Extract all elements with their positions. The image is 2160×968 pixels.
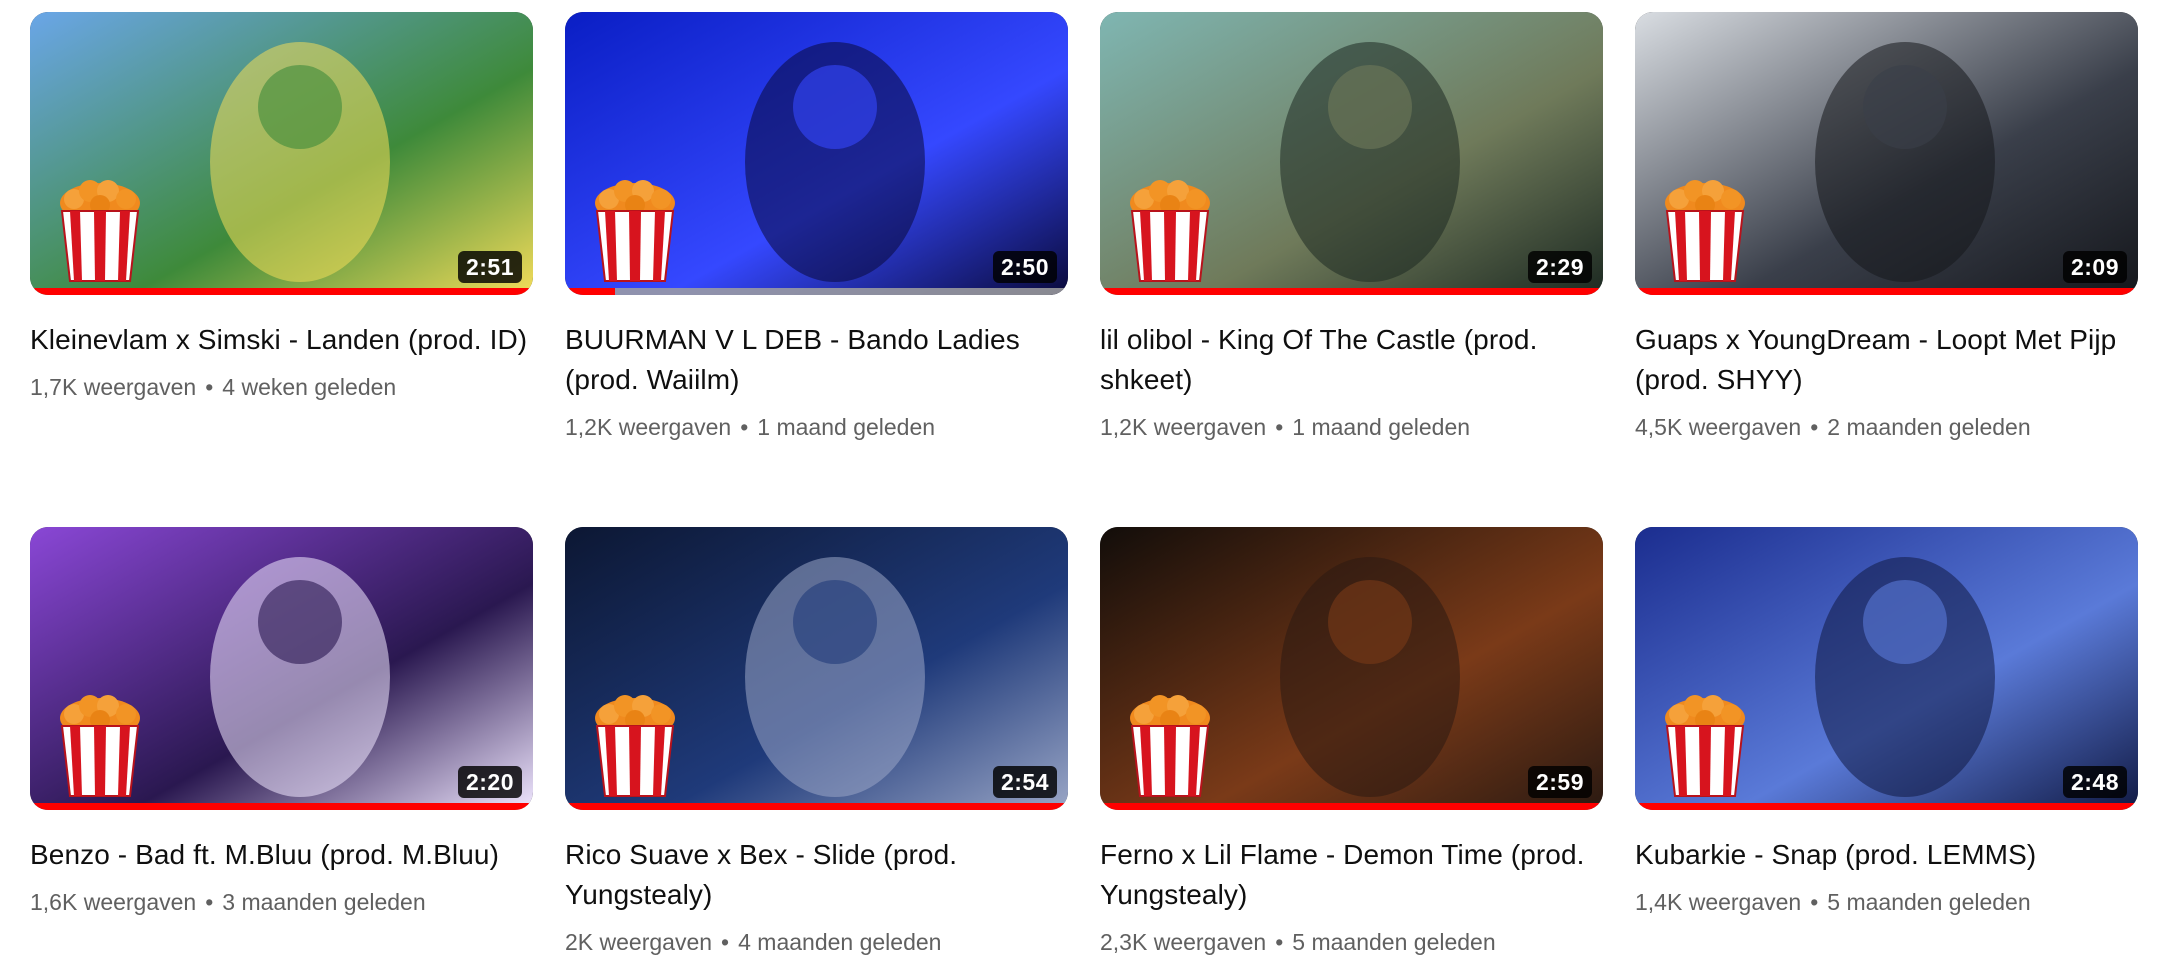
watch-progress-bar [30,803,533,810]
video-thumbnail[interactable]: 2:51 [30,12,533,295]
video-title[interactable]: lil olibol - King Of The Castle (prod. s… [1100,295,1603,400]
duration-badge: 2:29 [1527,251,1592,283]
separator-dot: • [721,929,730,955]
watch-progress-fill [1635,803,2138,810]
channel-logo-icon [1130,180,1210,282]
video-thumbnail[interactable]: 2:29 [1100,12,1603,295]
view-count: 2,3K weergaven [1100,929,1267,955]
watch-progress-fill [1100,803,1603,810]
upload-age: 3 maanden geleden [222,889,426,915]
watch-progress-bar [1100,288,1603,295]
watch-progress-fill [30,803,533,810]
video-thumbnail[interactable]: 2:50 [565,12,1068,295]
channel-logo-icon [1665,180,1745,282]
video-card[interactable]: 2:54 Rico Suave x Bex - Slide (prod. Yung… [565,527,1068,958]
watch-progress-fill [1635,288,2138,295]
separator-dot: • [1275,929,1284,955]
view-count: 1,2K weergaven [1100,414,1267,440]
video-grid: 2:51 Kleinevlam x Simski - Landen (prod. … [0,0,2160,968]
separator-dot: • [1275,414,1284,440]
video-thumbnail[interactable]: 2:20 [30,527,533,810]
separator-dot: • [205,889,214,915]
channel-logo-icon [1130,695,1210,797]
channel-logo-icon [60,695,140,797]
video-thumbnail[interactable]: 2:59 [1100,527,1603,810]
video-title[interactable]: Rico Suave x Bex - Slide (prod. Yungstea… [565,810,1068,915]
duration-badge: 2:48 [2062,766,2127,798]
video-title[interactable]: Kubarkie - Snap (prod. LEMMS) [1635,810,2138,875]
view-count: 2K weergaven [565,929,713,955]
upload-age: 1 maand geleden [1292,414,1471,440]
video-thumbnail[interactable]: 2:54 [565,527,1068,810]
video-title[interactable]: Kleinevlam x Simski - Landen (prod. ID) [30,295,533,360]
video-metadata: 2,3K weergaven • 5 maanden geleden [1100,926,1603,958]
view-count: 1,7K weergaven [30,374,197,400]
duration-badge: 2:51 [457,251,522,283]
separator-dot: • [1810,889,1819,915]
watch-progress-bar [565,288,1068,295]
video-metadata: 1,7K weergaven • 4 weken geleden [30,371,533,403]
separator-dot: • [740,414,749,440]
video-card[interactable]: 2:51 Kleinevlam x Simski - Landen (prod. … [30,12,533,403]
view-count: 1,4K weergaven [1635,889,1802,915]
video-card[interactable]: 2:48 Kubarkie - Snap (prod. LEMMS) 1,4K we… [1635,527,2138,918]
video-thumbnail[interactable]: 2:09 [1635,12,2138,295]
upload-age: 4 weken geleden [222,374,397,400]
video-title[interactable]: Guaps x YoungDream - Loopt Met Pijp (pro… [1635,295,2138,400]
watch-progress-fill [565,803,1068,810]
video-metadata: 1,2K weergaven • 1 maand geleden [1100,411,1603,443]
watch-progress-fill [565,288,616,295]
upload-age: 1 maand geleden [757,414,936,440]
video-metadata: 1,6K weergaven • 3 maanden geleden [30,886,533,918]
video-title[interactable]: Benzo - Bad ft. M.Bluu (prod. M.Bluu) [30,810,533,875]
watch-progress-bar [1100,803,1603,810]
video-metadata: 2K weergaven • 4 maanden geleden [565,926,1068,958]
video-metadata: 1,2K weergaven • 1 maand geleden [565,411,1068,443]
video-card[interactable]: 2:09 Guaps x YoungDream - Loopt Met Pijp … [1635,12,2138,443]
watch-progress-bar [30,288,533,295]
view-count: 1,6K weergaven [30,889,197,915]
video-thumbnail[interactable]: 2:48 [1635,527,2138,810]
duration-badge: 2:50 [992,251,1057,283]
video-title[interactable]: Ferno x Lil Flame - Demon Time (prod. Yu… [1100,810,1603,915]
video-title[interactable]: BUURMAN V L DEB - Bando Ladies (prod. Wa… [565,295,1068,400]
watch-progress-bar [1635,288,2138,295]
video-metadata: 1,4K weergaven • 5 maanden geleden [1635,886,2138,918]
watch-progress-fill [30,288,533,295]
video-card[interactable]: 2:20 Benzo - Bad ft. M.Bluu (prod. M.Bluu… [30,527,533,918]
duration-badge: 2:20 [457,766,522,798]
watch-progress-fill [1100,288,1603,295]
separator-dot: • [205,374,214,400]
channel-logo-icon [595,180,675,282]
channel-logo-icon [60,180,140,282]
video-card[interactable]: 2:50 BUURMAN V L DEB - Bando Ladies (prod… [565,12,1068,443]
watch-progress-bar [1635,803,2138,810]
duration-badge: 2:54 [992,766,1057,798]
duration-badge: 2:09 [2062,251,2127,283]
video-card[interactable]: 2:29 lil olibol - King Of The Castle (pro… [1100,12,1603,443]
channel-logo-icon [595,695,675,797]
upload-age: 2 maanden geleden [1827,414,2031,440]
view-count: 4,5K weergaven [1635,414,1802,440]
upload-age: 5 maanden geleden [1827,889,2031,915]
upload-age: 5 maanden geleden [1292,929,1496,955]
video-card[interactable]: 2:59 Ferno x Lil Flame - Demon Time (prod… [1100,527,1603,958]
upload-age: 4 maanden geleden [738,929,942,955]
duration-badge: 2:59 [1527,766,1592,798]
channel-logo-icon [1665,695,1745,797]
separator-dot: • [1810,414,1819,440]
video-metadata: 4,5K weergaven • 2 maanden geleden [1635,411,2138,443]
watch-progress-bar [565,803,1068,810]
view-count: 1,2K weergaven [565,414,732,440]
